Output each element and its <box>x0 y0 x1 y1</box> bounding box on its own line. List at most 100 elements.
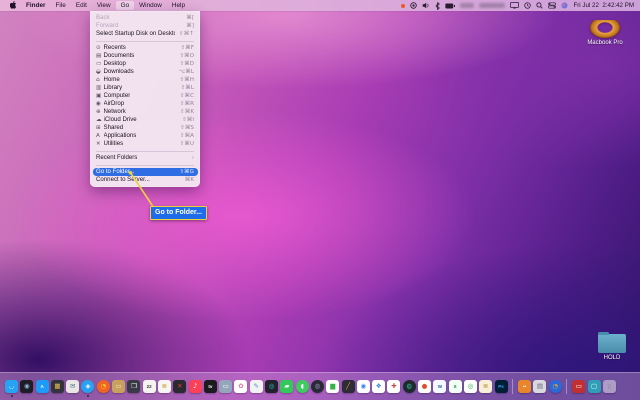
dock-icon-red-sphere-app[interactable]: ● <box>418 380 431 393</box>
menu-item-shortcut: ⇧⌘S <box>176 124 194 132</box>
menu-item-airdrop[interactable]: ◉AirDrop⇧⌘R <box>90 100 200 108</box>
dock-icon-globe-badge-app[interactable]: ◔ <box>549 380 562 393</box>
dock-icon-news-app[interactable]: ▭ <box>219 380 232 393</box>
volume-icon[interactable] <box>422 2 430 9</box>
dock-icon-excel[interactable]: X <box>449 380 462 393</box>
dock-icon-red-lattice-app[interactable]: ✕ <box>173 380 186 393</box>
menubar-item-finder[interactable]: Finder <box>21 1 51 10</box>
battery-icon[interactable] <box>445 3 455 9</box>
running-indicator <box>11 395 13 397</box>
launchpad-glyph: ▦ <box>54 380 60 393</box>
dock-icon-tan-app[interactable]: ▭ <box>112 380 125 393</box>
dock-icon-safari[interactable]: ◈ <box>81 380 94 393</box>
teal-sphere-app-glyph: ◍ <box>406 380 412 393</box>
menu-item-select-startup-disk-on-desktop[interactable]: Select Startup Disk on Desktop⇧⌘↑ <box>90 30 200 38</box>
menubar-item-file[interactable]: File <box>51 1 71 10</box>
dock-icon-camera-lens-app[interactable]: ◉ <box>20 380 33 393</box>
menu-item-home[interactable]: ⌂Home⇧⌘H <box>90 76 200 84</box>
search-icon[interactable] <box>536 2 543 9</box>
recording-indicator-icon[interactable] <box>401 4 405 8</box>
dock-icon-finder[interactable]: ◡ <box>5 380 18 393</box>
menubar-item-window[interactable]: Window <box>134 1 167 10</box>
menu-item-label: Desktop <box>104 60 126 68</box>
sync-clock-icon[interactable] <box>524 2 531 9</box>
menu-separator <box>96 41 194 42</box>
dock-icon-podcasts-app[interactable]: ◎ <box>265 380 278 393</box>
bluetooth-icon[interactable] <box>435 2 440 10</box>
menu-item-icloud-drive[interactable]: ☁iCloud Drive⇧⌘I <box>90 116 200 124</box>
plus-app-glyph: ✚ <box>391 380 396 393</box>
menu-item-downloads[interactable]: ◒Downloads⌥⌘L <box>90 68 200 76</box>
dock-icon-notes-app[interactable]: ≣ <box>158 380 171 393</box>
dock-icon-red-document[interactable]: ▭ <box>572 380 585 393</box>
dock-icon-teal-sphere-app[interactable]: ◍ <box>403 380 416 393</box>
menu-item-network[interactable]: ⊕Network⇧⌘K <box>90 108 200 116</box>
menu-item-label: Go to Folder... <box>96 168 135 176</box>
menubar-item-edit[interactable]: Edit <box>71 1 92 10</box>
window-manager-app-glyph: ❒ <box>131 380 137 393</box>
menu-item-go-to-folder[interactable]: Go to Folder...⇧⌘G <box>93 168 198 176</box>
control-center-icon[interactable] <box>548 2 556 9</box>
dock-icon-app-store[interactable]: A <box>36 380 49 393</box>
trash-glyph: ▯ <box>608 380 612 393</box>
messages-app-glyph: ◖ <box>300 380 303 393</box>
menu-item-label: Forward <box>96 22 118 30</box>
running-indicator <box>87 395 89 397</box>
dock-icon-messages-app[interactable]: ◖ <box>296 380 309 393</box>
dock-icon-firefox[interactable]: ◔ <box>97 380 110 393</box>
menubar-item-go[interactable]: Go <box>116 1 135 10</box>
menubar-item-help[interactable]: Help <box>167 1 190 10</box>
menu-item-utilities[interactable]: ✕Utilities⇧⌘U <box>90 140 200 148</box>
menu-item-shortcut: ⇧⌘D <box>175 60 194 68</box>
dock-icon-quicktime-app[interactable]: ◎ <box>464 380 477 393</box>
dock-icon-apple-tv[interactable]: tv <box>204 380 217 393</box>
desktop-icon-hold-folder[interactable]: HOLD <box>588 330 636 361</box>
dock-icon-numbers[interactable]: ▆ <box>326 380 339 393</box>
dock-icon-chrome[interactable]: ◉ <box>357 380 370 393</box>
menu-item-documents[interactable]: ▤Documents⇧⌘O <box>90 52 200 60</box>
recents-icon: ⊙ <box>96 44 104 52</box>
dock-icon-launchpad[interactable]: ▦ <box>51 380 64 393</box>
dock-icon-google-earth-app[interactable]: ❖ <box>372 380 385 393</box>
computer-icon: ▣ <box>96 92 104 100</box>
callout-label: Go to Folder... <box>150 206 207 220</box>
dock-icon-music[interactable]: ♪ <box>189 380 202 393</box>
screen-record-icon[interactable] <box>410 2 417 9</box>
desktop-icon-startup-disk[interactable]: Macbook Pro <box>576 20 634 46</box>
dock-icon-photos[interactable]: ✿ <box>234 380 247 393</box>
menu-item-computer[interactable]: ▣Computer⇧⌘C <box>90 92 200 100</box>
menu-item-recent-folders[interactable]: Recent Folders› <box>90 154 200 162</box>
menu-item-library[interactable]: ▥Library⇧⌘L <box>90 84 200 92</box>
dock-icon-teal-document[interactable]: ▢ <box>588 380 601 393</box>
menu-item-back: Back⌘[ <box>90 14 200 22</box>
menu-item-connect-to-server[interactable]: Connect to Server...⌘K <box>90 176 200 184</box>
menu-item-recents[interactable]: ⊙Recents⇧⌘F <box>90 44 200 52</box>
numbers-glyph: ▆ <box>330 380 335 393</box>
dock-icon-keynote-dark-app[interactable]: ╱ <box>342 380 355 393</box>
siri-icon[interactable] <box>561 2 568 9</box>
menu-item-label: Applications <box>104 132 137 140</box>
dock-icon-dark-sphere-app[interactable]: ◍ <box>311 380 324 393</box>
dock-icon-trash[interactable]: ▯ <box>603 380 616 393</box>
applications-icon: A <box>96 132 104 140</box>
display-icon[interactable] <box>510 2 519 9</box>
dock-icon-calendar[interactable]: 22 <box>143 380 156 393</box>
apple-menu[interactable] <box>6 1 21 11</box>
menu-item-shortcut: ⇧⌘K <box>176 108 194 116</box>
menu-item-shared[interactable]: ⊞Shared⇧⌘S <box>90 124 200 132</box>
menu-item-desktop[interactable]: ▭Desktop⇧⌘D <box>90 60 200 68</box>
dock-icon-preview-app[interactable]: ✎ <box>250 380 263 393</box>
dock-icon-word[interactable]: W <box>433 380 446 393</box>
dock-icon-plus-app[interactable]: ✚ <box>387 380 400 393</box>
dock-icon-facetime[interactable]: ▰ <box>280 380 293 393</box>
dock-icon-gray-utility-app[interactable]: ▤ <box>533 380 546 393</box>
dock-icon-mail-app[interactable]: ✉ <box>66 380 79 393</box>
dock-icon-window-manager-app[interactable]: ❒ <box>127 380 140 393</box>
menu-bar-clock[interactable]: Fri Jul 22 2:42:42 PM <box>573 2 634 9</box>
dock-icon-orange-dots-app[interactable]: •• <box>518 380 531 393</box>
dock-icon-notes-cream-app[interactable]: ≣ <box>479 380 492 393</box>
dock-divider <box>512 379 513 394</box>
dock-icon-photoshop[interactable]: Ps <box>495 380 508 393</box>
menubar-item-view[interactable]: View <box>92 1 116 10</box>
menu-item-applications[interactable]: AApplications⇧⌘A <box>90 132 200 140</box>
